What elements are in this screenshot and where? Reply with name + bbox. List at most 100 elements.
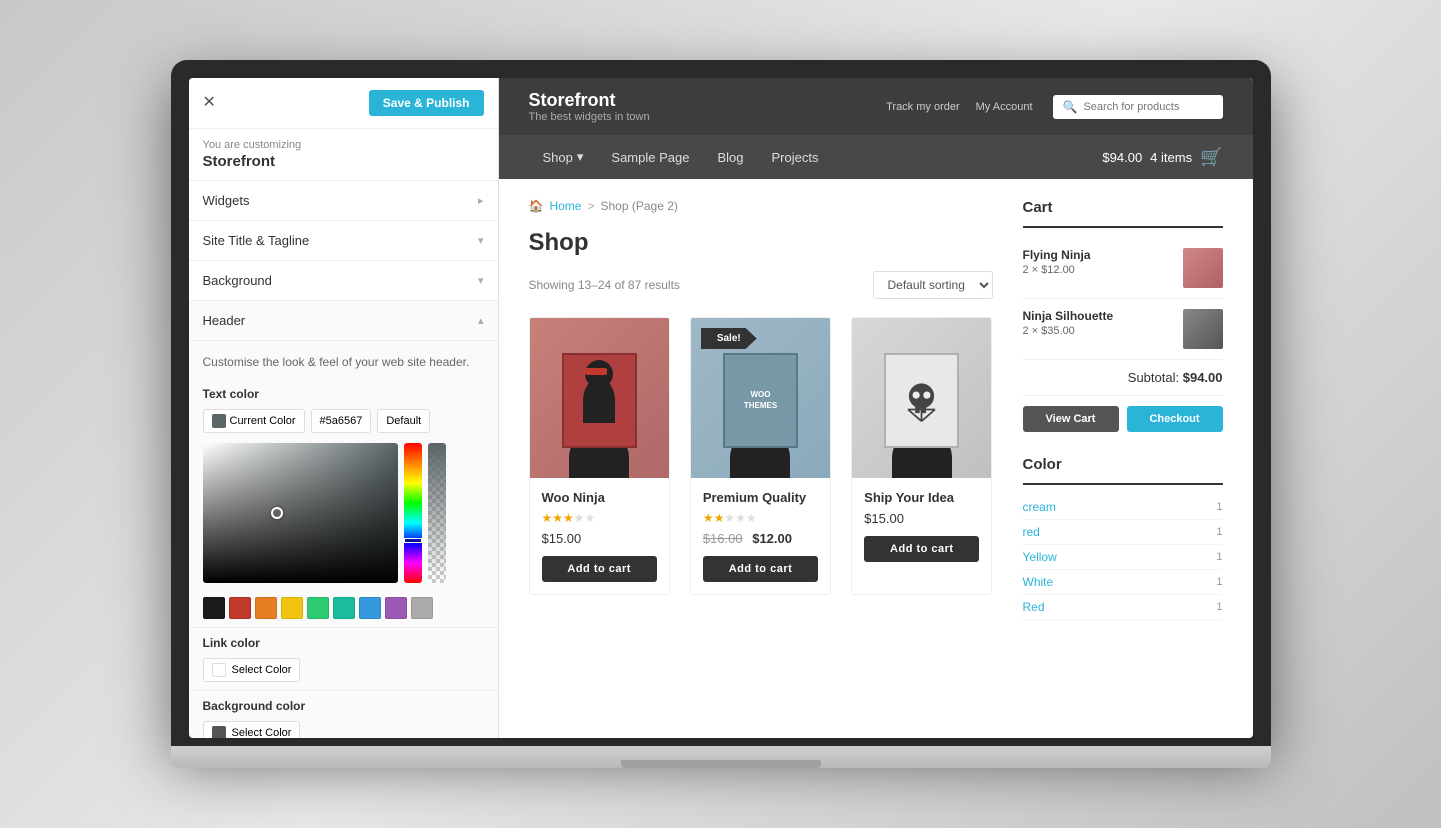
swatch-black[interactable] bbox=[203, 597, 225, 619]
skull-svg bbox=[899, 378, 944, 423]
product-card-woo-ninja: Woo Ninja ★★★★★ $15.00 Add to cart bbox=[529, 317, 670, 595]
cart-thumb-silhouette-bg bbox=[1183, 309, 1223, 349]
sidebar-item-site-title[interactable]: Site Title & Tagline ▾ bbox=[189, 221, 498, 261]
color-widget-title: Color bbox=[1023, 456, 1223, 485]
color-filter-cream[interactable]: cream 1 bbox=[1023, 495, 1223, 520]
cart-item-name-2: Ninja Silhouette bbox=[1023, 309, 1175, 323]
premium-bg: Sale! WOOTHEMES bbox=[691, 318, 830, 478]
ship-bg bbox=[852, 318, 991, 478]
results-count: Showing 13–24 of 87 results bbox=[529, 278, 680, 292]
cart-widget-title: Cart bbox=[1023, 199, 1223, 228]
product-image-woo-ninja bbox=[530, 318, 669, 478]
sidebar-item-background[interactable]: Background ▾ bbox=[189, 261, 498, 301]
store-content: Storefront The best widgets in town Trac… bbox=[499, 78, 1253, 738]
close-button[interactable]: ✕ bbox=[203, 95, 216, 111]
swatch-green[interactable] bbox=[307, 597, 329, 619]
color-name-yellow: Yellow bbox=[1023, 550, 1057, 564]
stars-woo-ninja: ★★★★★ bbox=[542, 511, 657, 525]
price-sale-premium: $12.00 bbox=[752, 531, 792, 546]
cart-item-ninja-silhouette: Ninja Silhouette 2 × $35.00 bbox=[1023, 299, 1223, 360]
swatch-blue[interactable] bbox=[359, 597, 381, 619]
cart-item-thumb-2 bbox=[1183, 309, 1223, 349]
cart-icon[interactable]: 🛒 bbox=[1200, 147, 1222, 168]
color-filter-white[interactable]: White 1 bbox=[1023, 570, 1223, 595]
price-premium: $16.00 $12.00 bbox=[703, 531, 818, 546]
bg-color-select-button[interactable]: Select Color bbox=[203, 721, 301, 738]
color-filter-yellow[interactable]: Yellow 1 bbox=[1023, 545, 1223, 570]
swatch-yellow[interactable] bbox=[281, 597, 303, 619]
swatch-purple[interactable] bbox=[385, 597, 407, 619]
cart-item-price-2: 2 × $35.00 bbox=[1023, 325, 1175, 337]
bg-color-section: Background color Select Color bbox=[189, 690, 498, 738]
breadcrumb-home[interactable]: Home bbox=[549, 199, 581, 213]
header-arrow: ▴ bbox=[478, 314, 484, 327]
nav-item-shop[interactable]: Shop ▾ bbox=[529, 135, 598, 179]
price-old-premium: $16.00 bbox=[703, 531, 743, 546]
cart-area: $94.00 4 items 🛒 bbox=[1102, 147, 1222, 168]
view-cart-button[interactable]: View Cart bbox=[1023, 406, 1119, 432]
link-color-select-button[interactable]: Select Color bbox=[203, 658, 301, 682]
add-to-cart-woo-ninja[interactable]: Add to cart bbox=[542, 556, 657, 582]
laptop-container: ✕ Save & Publish You are customizing Sto… bbox=[171, 60, 1271, 768]
color-filter-red[interactable]: red 1 bbox=[1023, 520, 1223, 545]
breadcrumb-icon: 🏠 bbox=[529, 199, 544, 213]
skull-eye-left bbox=[913, 392, 920, 399]
hue-handle bbox=[404, 538, 422, 543]
header-description: Customise the look & feel of your web si… bbox=[189, 341, 498, 379]
store-tagline: The best widgets in town bbox=[529, 111, 650, 123]
nav-item-projects[interactable]: Projects bbox=[758, 136, 833, 179]
product-card-premium: Sale! WOOTHEMES Premium Quality bbox=[690, 317, 831, 595]
swatch-gray[interactable] bbox=[411, 597, 433, 619]
screen-bezel: ✕ Save & Publish You are customizing Sto… bbox=[171, 60, 1271, 746]
product-image-premium: Sale! WOOTHEMES bbox=[691, 318, 830, 478]
sale-badge-premium: Sale! bbox=[701, 328, 757, 349]
product-info-premium: Premium Quality ★★★★★ $16.00 $12.00 Add … bbox=[691, 478, 830, 594]
sidebar-item-widgets[interactable]: Widgets ▸ bbox=[189, 181, 498, 221]
cart-actions: View Cart Checkout bbox=[1023, 406, 1223, 432]
save-publish-button[interactable]: Save & Publish bbox=[369, 90, 484, 116]
color-gradient-area[interactable] bbox=[203, 443, 398, 583]
header-section: Customise the look & feel of your web si… bbox=[189, 341, 498, 738]
swatch-orange[interactable] bbox=[255, 597, 277, 619]
nav-item-blog[interactable]: Blog bbox=[703, 136, 757, 179]
default-label: Default bbox=[386, 415, 421, 427]
ninja-mask bbox=[585, 368, 607, 375]
swatch-teal[interactable] bbox=[333, 597, 355, 619]
add-to-cart-premium[interactable]: Add to cart bbox=[703, 556, 818, 582]
store-header: Storefront The best widgets in town Trac… bbox=[499, 78, 1253, 135]
color-name-red: red bbox=[1023, 525, 1040, 539]
sort-select[interactable]: Default sorting bbox=[873, 271, 993, 299]
breadcrumb: 🏠 Home > Shop (Page 2) bbox=[529, 199, 993, 213]
search-input[interactable] bbox=[1083, 101, 1212, 113]
product-name-ship: Ship Your Idea bbox=[864, 490, 979, 505]
shop-arrow: ▾ bbox=[577, 149, 584, 165]
color-filter-red2[interactable]: Red 1 bbox=[1023, 595, 1223, 620]
nav-item-sample[interactable]: Sample Page bbox=[597, 136, 703, 179]
site-title-arrow: ▾ bbox=[478, 234, 484, 247]
product-image-ship bbox=[852, 318, 991, 478]
color-count-red2: 1 bbox=[1216, 601, 1222, 613]
price-woo-ninja: $15.00 bbox=[542, 531, 657, 546]
color-name-white: White bbox=[1023, 575, 1054, 589]
default-color-button[interactable]: Default bbox=[377, 409, 430, 433]
product-info-woo-ninja: Woo Ninja ★★★★★ $15.00 Add to cart bbox=[530, 478, 669, 594]
cart-subtotal: Subtotal: $94.00 bbox=[1023, 360, 1223, 396]
ninja-body-inner bbox=[583, 378, 615, 423]
cart-item-thumb-1 bbox=[1183, 248, 1223, 288]
subtotal-value: $94.00 bbox=[1183, 370, 1223, 385]
cart-item-name-1: Flying Ninja bbox=[1023, 248, 1175, 262]
checkout-button[interactable]: Checkout bbox=[1127, 406, 1223, 432]
hue-slider[interactable] bbox=[404, 443, 422, 583]
opacity-slider[interactable] bbox=[428, 443, 446, 583]
color-name-cream: cream bbox=[1023, 500, 1056, 514]
current-color-button[interactable]: Current Color bbox=[203, 409, 305, 433]
my-account-link[interactable]: My Account bbox=[976, 101, 1033, 113]
link-color-section: Link color Select Color bbox=[189, 627, 498, 690]
site-title-label: Site Title & Tagline bbox=[203, 233, 310, 248]
track-order-link[interactable]: Track my order bbox=[886, 101, 960, 113]
sidebar-item-header[interactable]: Header ▴ bbox=[189, 301, 498, 341]
add-to-cart-ship[interactable]: Add to cart bbox=[864, 536, 979, 562]
stars-empty: ★★ bbox=[574, 511, 596, 525]
swatch-red[interactable] bbox=[229, 597, 251, 619]
hex-color-button[interactable]: #5a6567 bbox=[311, 409, 372, 433]
